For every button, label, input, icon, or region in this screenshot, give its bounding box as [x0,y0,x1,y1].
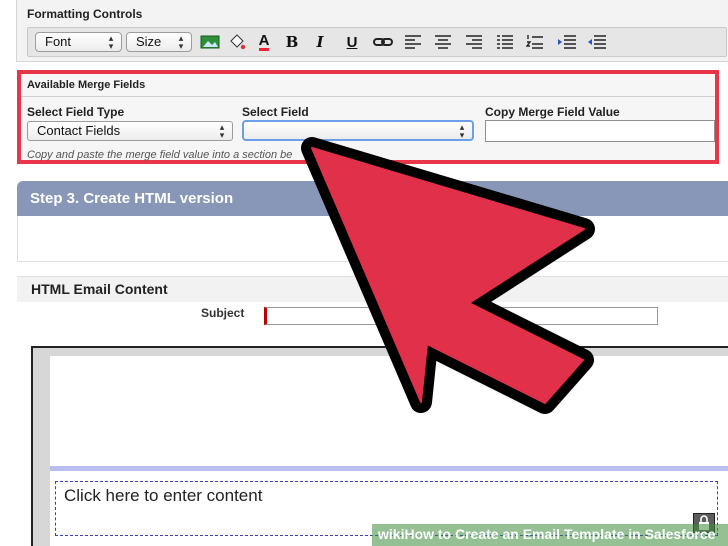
watermark-text: wikiHow to Create an Email Template in S… [378,526,716,542]
pointer-arrow-overlay [301,137,595,414]
wikihow-watermark: wikiHow to Create an Email Template in S… [372,524,728,546]
